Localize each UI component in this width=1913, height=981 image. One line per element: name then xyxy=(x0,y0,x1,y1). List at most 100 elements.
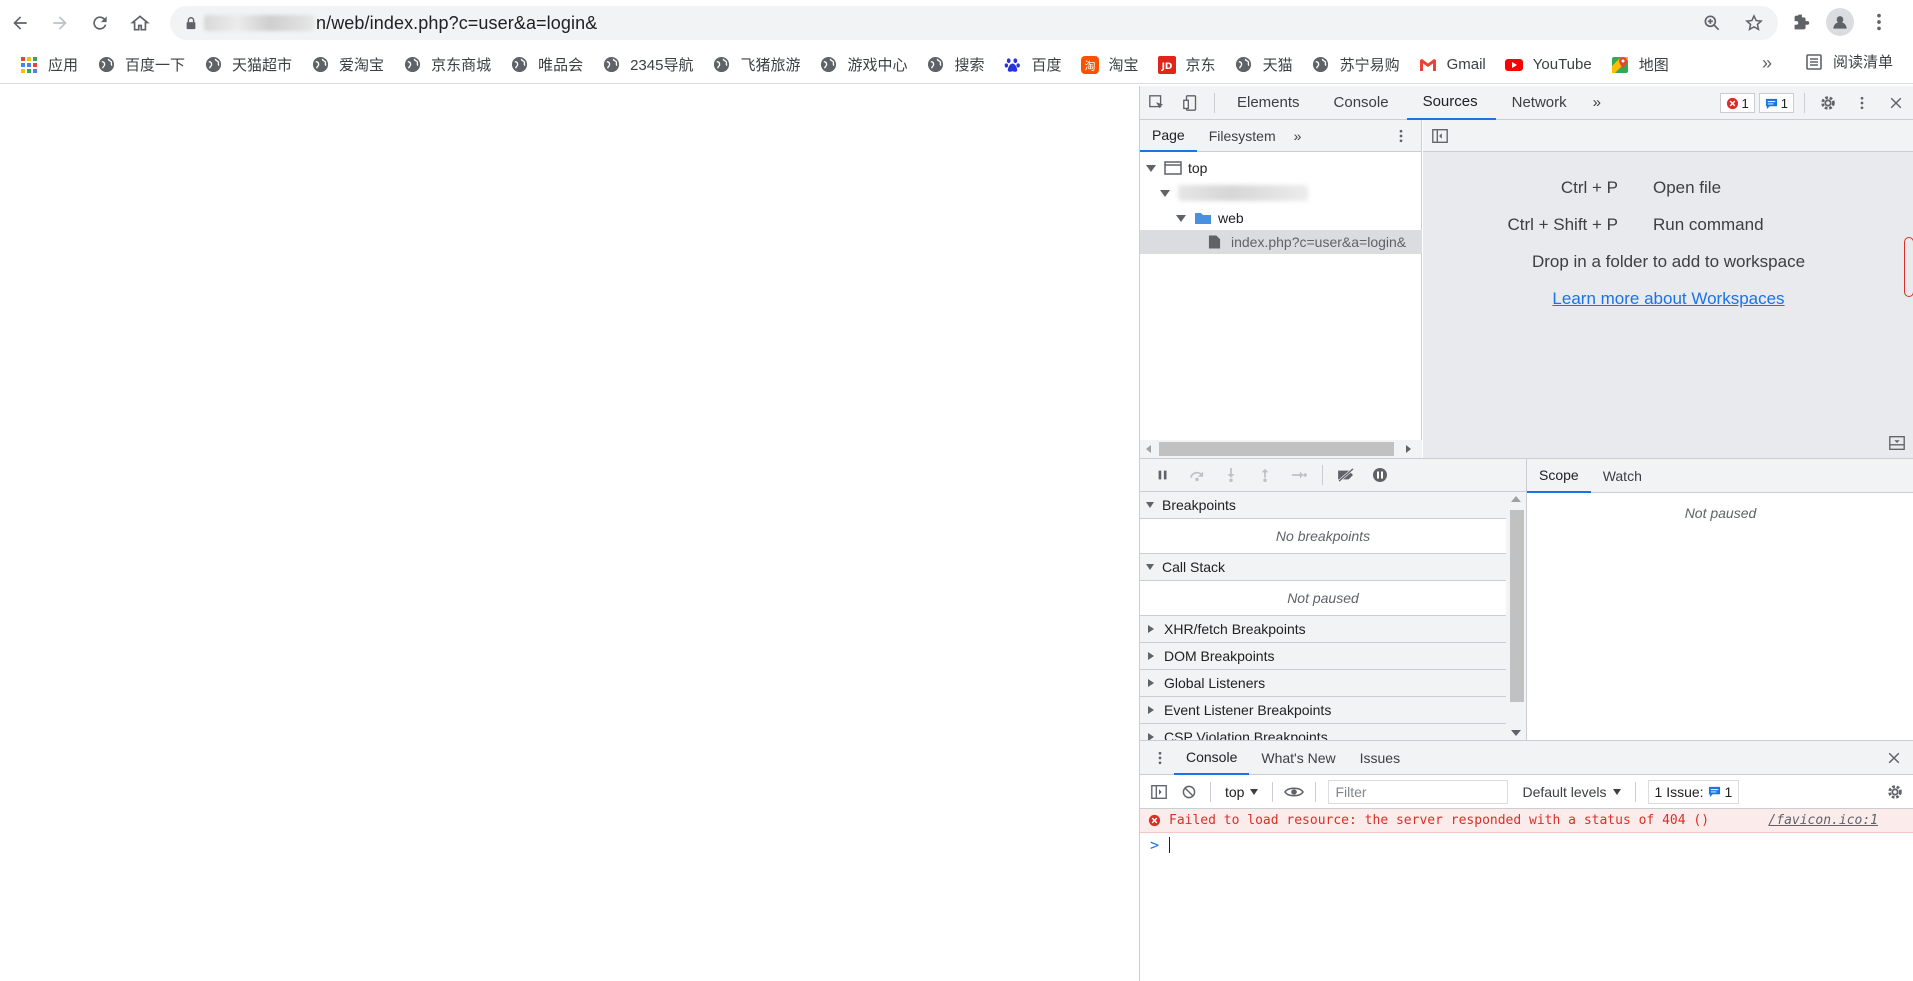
back-button[interactable] xyxy=(0,0,40,46)
scroll-right-arrow-icon[interactable] xyxy=(1406,445,1411,453)
section-global-listeners[interactable]: Global Listeners xyxy=(1140,670,1506,697)
close-drawer-icon[interactable] xyxy=(1886,750,1902,766)
workspaces-link[interactable]: Learn more about Workspaces xyxy=(1423,289,1913,309)
tab-watch[interactable]: Watch xyxy=(1591,459,1654,493)
step-into-button[interactable] xyxy=(1214,459,1248,491)
bookmark-baidu-yixia[interactable]: 百度一下 xyxy=(89,51,196,79)
tree-node-domain[interactable] xyxy=(1160,181,1308,205)
workspace-drop-hint: Drop in a folder to add to workspace xyxy=(1531,252,1806,271)
message-counter[interactable]: 1 xyxy=(1758,93,1794,113)
address-bar[interactable]: n/web/index.php?c=user&a=login& xyxy=(170,6,1778,40)
scroll-up-arrow-icon[interactable] xyxy=(1511,496,1521,502)
home-icon xyxy=(130,15,150,31)
live-expression-button[interactable] xyxy=(1279,777,1309,807)
section-xhr-breakpoints[interactable]: XHR/fetch Breakpoints xyxy=(1140,616,1506,643)
tab-page[interactable]: Page xyxy=(1140,120,1197,152)
bookmark-fliggy[interactable]: 飞猪旅游 xyxy=(704,51,811,79)
tab-scope[interactable]: Scope xyxy=(1527,459,1591,493)
console-filter-input[interactable]: Filter xyxy=(1328,779,1509,804)
kebab-menu-icon[interactable] xyxy=(1868,11,1890,33)
reading-list-button[interactable]: 阅读清单 xyxy=(1805,51,1893,72)
console-prompt[interactable]: > xyxy=(1140,833,1913,857)
bookmark-games[interactable]: 游戏中心 xyxy=(811,51,918,79)
kebab-menu-icon[interactable] xyxy=(1393,128,1409,144)
breakpoints-empty-state: No breakpoints xyxy=(1140,519,1506,554)
tab-filesystem[interactable]: Filesystem xyxy=(1197,120,1288,152)
section-csp-breakpoints[interactable]: CSP Violation Breakpoints xyxy=(1140,724,1506,740)
drawer-tab-console[interactable]: Console xyxy=(1174,741,1250,775)
bookmark-jd-mall[interactable]: 京东商城 xyxy=(395,51,502,79)
bookmark-search[interactable]: 搜索 xyxy=(919,51,996,79)
drawer-menu-icon[interactable] xyxy=(1152,750,1168,766)
reload-button[interactable] xyxy=(80,0,120,46)
inspect-element-button[interactable] xyxy=(1140,86,1174,120)
bookmark-tmall-market[interactable]: 天猫超市 xyxy=(196,51,303,79)
tab-network[interactable]: Network xyxy=(1496,86,1585,120)
shortcut-action: Open file xyxy=(1653,178,1722,197)
arrow-right-icon xyxy=(53,16,67,30)
bookmark-gmail[interactable]: Gmail xyxy=(1411,51,1497,79)
forward-button[interactable] xyxy=(40,0,80,46)
section-dom-breakpoints[interactable]: DOM Breakpoints xyxy=(1140,643,1506,670)
tree-node-file[interactable]: index.php?c=user&a=login& xyxy=(1140,230,1422,254)
more-tabs-button[interactable]: » xyxy=(1585,86,1609,120)
issues-counter-button[interactable]: 1 Issue: 1 xyxy=(1647,779,1740,804)
bookmark-2345[interactable]: 2345导航 xyxy=(594,51,704,79)
context-selector[interactable]: top xyxy=(1217,784,1266,800)
profile-avatar[interactable] xyxy=(1826,8,1854,36)
scroll-down-arrow-icon[interactable] xyxy=(1511,730,1521,736)
tab-elements[interactable]: Elements xyxy=(1221,86,1318,120)
log-levels-dropdown[interactable]: Default levels xyxy=(1514,784,1628,800)
step-out-button[interactable] xyxy=(1248,459,1282,491)
inspect-cursor-icon xyxy=(1149,94,1164,108)
horizontal-scrollbar[interactable] xyxy=(1140,440,1422,458)
step-over-button[interactable] xyxy=(1180,459,1214,491)
close-devtools-button[interactable] xyxy=(1879,86,1913,120)
bookmark-tmall[interactable]: 天猫 xyxy=(1227,51,1304,79)
bookmark-maps[interactable]: 地图 xyxy=(1603,51,1680,79)
tree-node-top[interactable]: top xyxy=(1146,156,1207,180)
device-toolbar-button[interactable] xyxy=(1174,86,1208,120)
tab-console[interactable]: Console xyxy=(1318,86,1407,120)
debugger-scrollbar[interactable] xyxy=(1506,492,1526,740)
extensions-icon[interactable] xyxy=(1790,11,1812,33)
section-call-stack[interactable]: Call Stack xyxy=(1140,554,1506,581)
step-button[interactable] xyxy=(1282,459,1316,491)
clear-console-button[interactable] xyxy=(1174,777,1204,807)
toggle-debugger-icon[interactable] xyxy=(1888,434,1906,452)
pause-button[interactable] xyxy=(1146,459,1180,491)
console-settings-button[interactable] xyxy=(1880,777,1910,807)
zoom-icon[interactable] xyxy=(1702,13,1722,33)
bookmark-baidu[interactable]: 百度 xyxy=(996,51,1073,79)
section-event-listener-breakpoints[interactable]: Event Listener Breakpoints xyxy=(1140,697,1506,724)
tree-node-web[interactable]: web xyxy=(1176,206,1244,230)
error-source-link[interactable]: /favicon.ico:1 xyxy=(1768,813,1878,828)
settings-button[interactable] xyxy=(1811,86,1845,120)
bookmark-ai-taobao[interactable]: 爱淘宝 xyxy=(303,51,395,79)
navigator-more-button[interactable]: » xyxy=(1288,120,1308,152)
bookmark-label: YouTube xyxy=(1532,56,1592,73)
bookmark-vip[interactable]: 唯品会 xyxy=(502,51,594,79)
bookmark-youtube[interactable]: YouTube xyxy=(1497,51,1603,79)
bookmark-jd[interactable]: JD 京东 xyxy=(1150,51,1227,79)
tab-sources[interactable]: Sources xyxy=(1406,86,1496,120)
scroll-left-arrow-icon[interactable] xyxy=(1146,445,1151,453)
error-counter[interactable]: 1 xyxy=(1719,93,1755,113)
console-sidebar-button[interactable] xyxy=(1144,777,1174,807)
bookmark-apps[interactable]: 应用 xyxy=(12,51,89,79)
domain-redacted xyxy=(1178,185,1308,201)
home-button[interactable] xyxy=(120,0,160,46)
scrollbar-thumb[interactable] xyxy=(1510,510,1524,702)
bookmark-suning[interactable]: 苏宁易购 xyxy=(1304,51,1411,79)
toggle-navigator-icon[interactable] xyxy=(1431,127,1449,145)
deactivate-breakpoints-button[interactable] xyxy=(1329,459,1363,491)
star-icon[interactable] xyxy=(1744,13,1764,33)
drawer-tab-whats-new[interactable]: What's New xyxy=(1249,741,1347,775)
bookmarks-overflow-button[interactable]: » xyxy=(1762,53,1772,74)
devtools-menu-button[interactable] xyxy=(1845,86,1879,120)
bookmark-taobao[interactable]: 淘淘宝 xyxy=(1073,51,1150,79)
drawer-tab-issues[interactable]: Issues xyxy=(1348,741,1412,775)
section-breakpoints[interactable]: Breakpoints xyxy=(1140,492,1506,519)
scrollbar-thumb[interactable] xyxy=(1159,442,1394,456)
pause-on-exceptions-button[interactable] xyxy=(1363,459,1397,491)
